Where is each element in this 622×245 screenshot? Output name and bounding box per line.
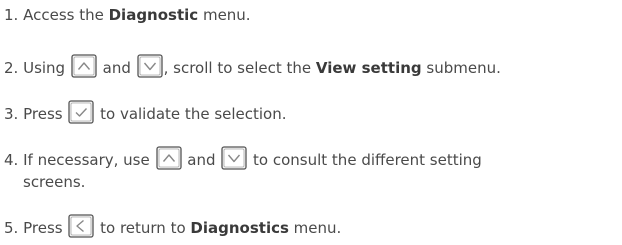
step-text: and bbox=[97, 59, 136, 77]
check-key-icon bbox=[68, 100, 94, 124]
step-text: menu. bbox=[288, 219, 342, 237]
step-number: 5. bbox=[4, 219, 19, 237]
menu-name-diagnostics: Diagnostics bbox=[190, 219, 289, 237]
step-number: 1. bbox=[4, 6, 19, 24]
step-text: to return to bbox=[95, 219, 191, 237]
step-text: and bbox=[182, 151, 221, 169]
step-number: 3. bbox=[4, 105, 19, 123]
step-text: Access the bbox=[23, 6, 109, 24]
down-arrow-key-icon bbox=[221, 146, 247, 170]
step-number: 4. bbox=[4, 151, 19, 169]
step-4: 4. If necessary, use and to consult the … bbox=[4, 146, 614, 193]
step-text: to validate the selection. bbox=[95, 105, 287, 123]
step-text: Press bbox=[23, 105, 68, 123]
step-text: , scroll to select the bbox=[163, 59, 316, 77]
back-arrow-key-icon bbox=[68, 214, 94, 238]
step-2: 2. Using and , scroll to select the View… bbox=[4, 54, 614, 79]
step-number: 2. bbox=[4, 59, 19, 77]
menu-name-diagnostic: Diagnostic bbox=[108, 6, 199, 24]
step-text: If necessary, use bbox=[23, 151, 155, 169]
down-arrow-key-icon bbox=[137, 54, 163, 78]
step-text: Using bbox=[23, 59, 70, 77]
up-arrow-key-icon bbox=[156, 146, 182, 170]
step-text: Press bbox=[23, 219, 68, 237]
step-text-continued: screens. bbox=[23, 173, 86, 191]
step-text: submenu. bbox=[421, 59, 501, 77]
up-arrow-key-icon bbox=[71, 54, 97, 78]
step-text: menu. bbox=[198, 6, 251, 24]
step-3: 3. Press to validate the selection. bbox=[4, 100, 614, 125]
step-text: to consult the different setting bbox=[248, 151, 482, 169]
step-5: 5. Press to return to Diagnostics menu. bbox=[4, 214, 614, 239]
step-1: 1. Access the Diagnostic menu. bbox=[4, 4, 614, 26]
submenu-name-view-setting: View setting bbox=[315, 59, 422, 77]
